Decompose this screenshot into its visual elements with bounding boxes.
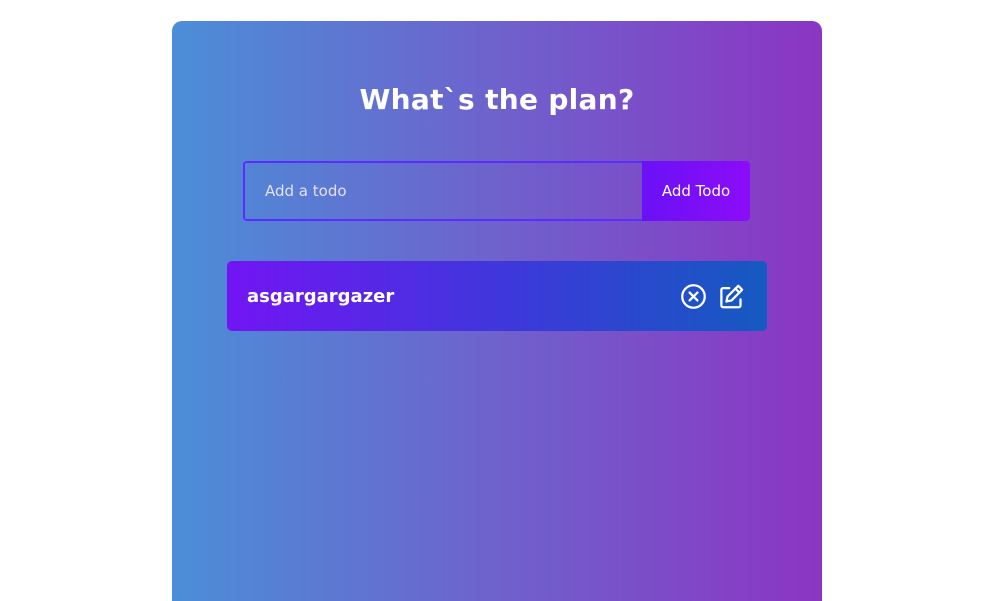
page-title: What`s the plan?	[359, 83, 635, 116]
todo-row: asgargargazer	[227, 261, 767, 331]
todo-app: What`s the plan? Add Todo asgargargazer	[172, 21, 822, 601]
close-circle-icon[interactable]	[680, 283, 707, 310]
todo-text[interactable]: asgargargazer	[247, 286, 394, 307]
edit-icon[interactable]	[718, 283, 745, 310]
todo-icons	[680, 283, 745, 310]
add-todo-button[interactable]: Add Todo	[642, 161, 750, 221]
todo-input[interactable]	[243, 161, 642, 221]
todo-form: Add Todo	[243, 161, 750, 221]
todo-list: asgargargazer	[227, 261, 767, 331]
